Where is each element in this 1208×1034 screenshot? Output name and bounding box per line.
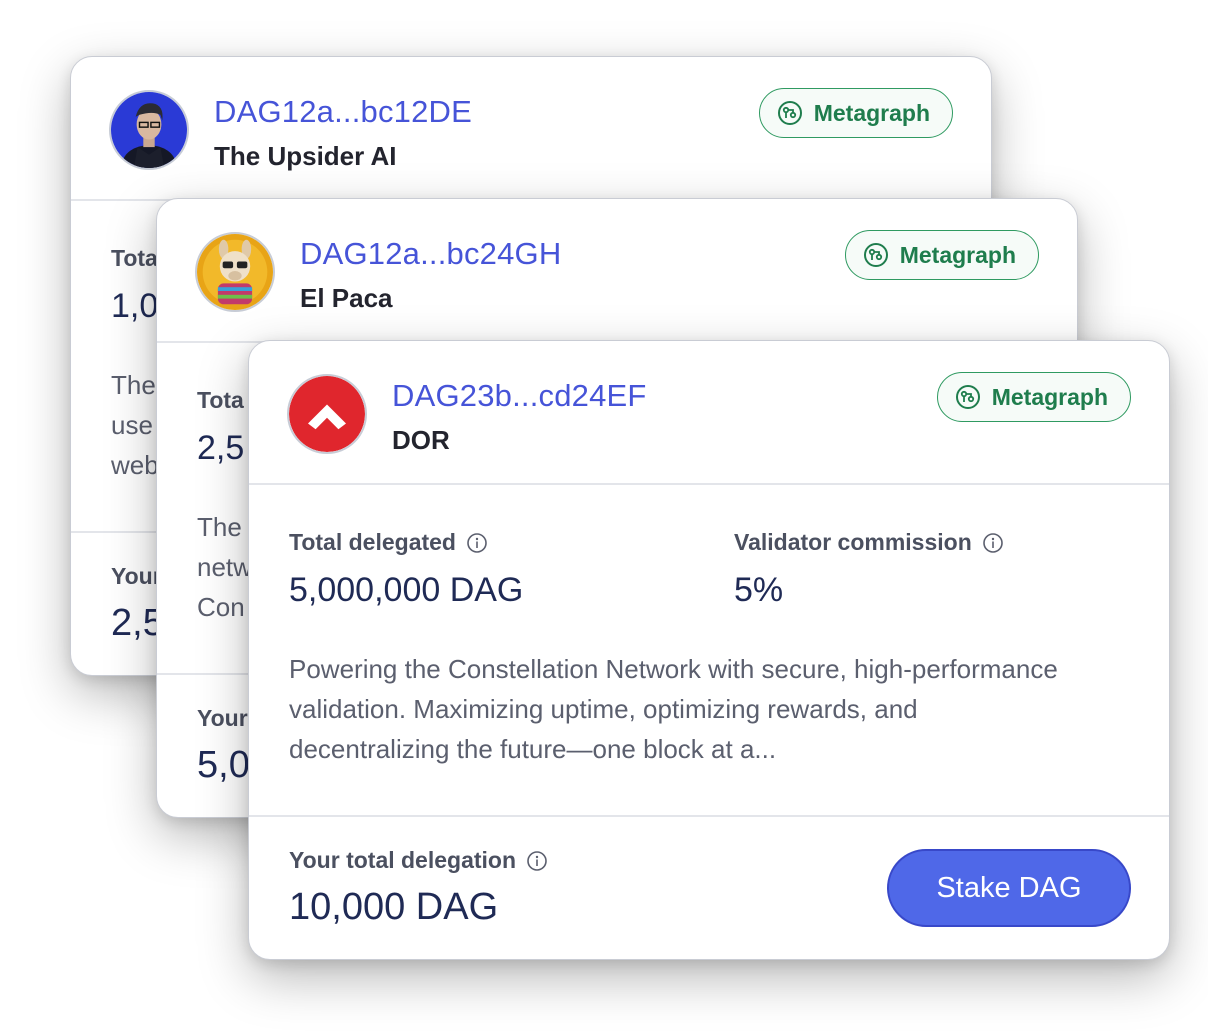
avatar-dor-logo	[287, 374, 367, 454]
badge-label: Metagraph	[991, 383, 1108, 410]
validator-commission-value: 5%	[734, 571, 784, 609]
avatar-upsider-ai	[109, 90, 189, 170]
avatar-el-paca	[195, 232, 275, 312]
validator-address[interactable]: DAG12a...bc12DE	[214, 94, 472, 130]
your-total-delegation-label: Your	[111, 563, 162, 589]
brain-icon	[863, 243, 888, 267]
total-delegated-label: Total delegated	[289, 529, 488, 556]
total-delegated-value: 1,0	[111, 287, 159, 325]
validator-name: DOR	[392, 425, 450, 455]
brain-icon	[955, 385, 980, 409]
validator-address[interactable]: DAG12a...bc24GH	[300, 236, 561, 272]
badge-label: Metagraph	[813, 99, 930, 126]
info-icon[interactable]	[982, 532, 1004, 554]
total-delegated-label: Tota	[197, 387, 244, 413]
validator-name: The Upsider AI	[214, 141, 397, 171]
info-icon[interactable]	[526, 850, 548, 872]
stake-dag-button[interactable]: Stake DAG	[887, 849, 1131, 927]
divider	[249, 815, 1169, 817]
your-total-delegation-label: Your	[197, 705, 248, 731]
total-delegated-value: 2,5	[197, 429, 245, 467]
total-delegated-label: Tota	[111, 245, 158, 271]
your-total-delegation-label: Your total delegation	[289, 847, 548, 874]
divider	[249, 483, 1169, 485]
metagraph-badge: Metagraph	[936, 372, 1131, 422]
badge-label: Metagraph	[899, 241, 1016, 268]
your-total-delegation-value: 5,0	[197, 744, 250, 786]
your-total-delegation-value: 10,000 DAG	[289, 886, 499, 928]
validator-address[interactable]: DAG23b...cd24EF	[392, 378, 647, 414]
metagraph-badge: Metagraph	[758, 88, 953, 138]
total-delegated-value: 5,000,000 DAG	[289, 571, 524, 609]
brain-icon	[777, 101, 802, 125]
validator-name: El Paca	[300, 283, 393, 313]
validator-card-dor[interactable]: DAG23b...cd24EF DOR Metagraph Total dele…	[248, 340, 1170, 960]
validator-description: Powering the Constellation Network with …	[289, 654, 1058, 764]
info-icon[interactable]	[466, 532, 488, 554]
validator-commission-label: Validator commission	[734, 529, 1004, 556]
metagraph-badge: Metagraph	[844, 230, 1039, 280]
